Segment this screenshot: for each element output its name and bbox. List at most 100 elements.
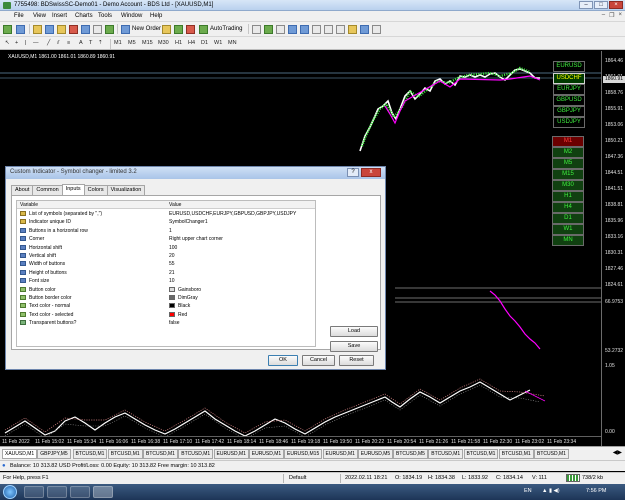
menu-window[interactable]: Window: [121, 13, 142, 19]
tile-windows-icon[interactable]: [312, 24, 321, 34]
table-row[interactable]: List of symbols (separated by ",") EURUSD…: [17, 210, 315, 218]
tf-w1[interactable]: W1: [214, 40, 222, 46]
time-axis[interactable]: 11 Feb 2022 11 Feb 15:02 11 Feb 15:34 11…: [0, 436, 601, 446]
timeframe-button-m2[interactable]: M2: [552, 147, 584, 158]
menu-tools[interactable]: Tools: [98, 13, 112, 19]
menu-insert[interactable]: Insert: [52, 13, 67, 19]
ok-button[interactable]: OK: [268, 355, 298, 366]
label-icon[interactable]: T: [89, 40, 92, 46]
trendline-icon[interactable]: ╱: [47, 40, 50, 46]
variable-value[interactable]: 1: [169, 228, 172, 234]
variable-value[interactable]: EURUSD,USDCHF,EURJPY,GBPUSD,GBPJPY,USDJP…: [169, 211, 296, 217]
timeframe-button-m5[interactable]: M5: [552, 158, 584, 169]
table-row[interactable]: Width of buttons 55: [17, 260, 315, 268]
close-window-button[interactable]: ×: [609, 1, 623, 9]
timeframe-button-h1[interactable]: H1: [552, 191, 584, 202]
chart-tab[interactable]: EURUSD,M15: [284, 449, 323, 459]
navigator-icon[interactable]: [57, 24, 66, 34]
text-icon[interactable]: A: [79, 40, 83, 46]
variable-value[interactable]: false: [169, 320, 180, 326]
taskbar-browser-icon[interactable]: [47, 486, 67, 498]
minimize-button[interactable]: –: [579, 1, 593, 9]
tf-m30[interactable]: M30: [158, 40, 169, 46]
symbol-button-usdjpy[interactable]: USDJPY: [553, 117, 585, 128]
dialog-titlebar[interactable]: Custom Indicator - Symbol changer - limi…: [6, 167, 385, 179]
dialog-close-button[interactable]: x: [361, 168, 381, 177]
load-button[interactable]: Load: [330, 326, 378, 337]
timeframe-button-m1[interactable]: M1: [552, 136, 584, 147]
profiles-icon[interactable]: [16, 24, 25, 34]
tf-mn[interactable]: MN: [228, 40, 237, 46]
copy-trading-icon[interactable]: [174, 24, 183, 34]
variable-value[interactable]: 10: [169, 278, 175, 284]
new-order-button[interactable]: New Order: [121, 24, 161, 34]
equidistant-channel-icon[interactable]: ⫽: [57, 40, 59, 47]
timeframe-button-m15[interactable]: M15: [552, 169, 584, 180]
table-row[interactable]: Vertical shift 20: [17, 252, 315, 260]
chart-tab[interactable]: BTCUSD,M1: [463, 449, 499, 459]
menu-help[interactable]: Help: [150, 13, 162, 19]
history-icon[interactable]: [93, 24, 102, 34]
templates-icon[interactable]: [372, 24, 381, 34]
experts-icon[interactable]: [105, 24, 114, 34]
indicators-icon[interactable]: [348, 24, 357, 34]
timeframe-button-mn[interactable]: MN: [552, 235, 584, 246]
metaeditor-icon[interactable]: [162, 24, 171, 34]
mdi-minimize-icon[interactable]: –: [602, 12, 605, 19]
timeframe-button-d1[interactable]: D1: [552, 213, 584, 224]
symbol-button-eurusd[interactable]: EURUSD: [553, 61, 585, 72]
periods-icon[interactable]: [360, 24, 369, 34]
table-row[interactable]: Text color - normal Black: [17, 302, 315, 310]
timeframe-button-h4[interactable]: H4: [552, 202, 584, 213]
tf-m1[interactable]: M1: [114, 40, 122, 46]
variable-value[interactable]: Gainsboro: [178, 287, 201, 293]
candlestick-icon[interactable]: [264, 24, 273, 34]
menu-charts[interactable]: Charts: [75, 13, 93, 19]
table-row[interactable]: Transparent buttons? false: [17, 319, 315, 327]
chart-tab[interactable]: BTCUSD,M1: [428, 449, 464, 459]
symbol-button-eurjpy[interactable]: EURJPY: [553, 84, 585, 95]
autoscroll-icon[interactable]: [336, 24, 345, 34]
fibonacci-icon[interactable]: ≡: [67, 40, 70, 46]
table-row[interactable]: Button color Gainsboro: [17, 286, 315, 294]
chart-tab[interactable]: BTCUSD,M5: [393, 449, 428, 459]
save-button[interactable]: Save: [330, 341, 378, 352]
table-row[interactable]: Font size 10: [17, 277, 315, 285]
timeframe-button-w1[interactable]: W1: [552, 224, 584, 235]
variable-value[interactable]: 20: [169, 253, 175, 259]
variable-value[interactable]: 55: [169, 261, 175, 267]
tab-scroll-arrows-icon[interactable]: ◀▶: [613, 449, 622, 456]
bar-chart-icon[interactable]: [252, 24, 261, 34]
variable-value[interactable]: Black: [178, 303, 190, 309]
chart-tab[interactable]: BTCUSD,M1: [534, 449, 569, 459]
table-row[interactable]: Text color - selected Red: [17, 311, 315, 319]
chart-tab[interactable]: BTCUSD,M1: [498, 449, 534, 459]
taskbar-metatrader-icon[interactable]: [93, 486, 113, 498]
menu-view[interactable]: View: [33, 13, 46, 19]
tab-colors[interactable]: Colors: [83, 185, 108, 195]
tf-h1[interactable]: H1: [175, 40, 182, 46]
cursor-icon[interactable]: ↖: [5, 40, 10, 46]
clock[interactable]: 7:56 PM: [586, 488, 606, 494]
chart-tab[interactable]: EURUSD,M5: [357, 449, 394, 459]
chart-tab[interactable]: EURUSD,M1: [213, 449, 249, 459]
dialog-help-button[interactable]: ?: [347, 168, 359, 177]
chart-tab[interactable]: EURUSD,M1: [248, 449, 285, 459]
variable-value[interactable]: DimGray: [178, 295, 198, 301]
signals-icon[interactable]: [186, 24, 195, 34]
table-row[interactable]: Indicator unique ID SymbolChanger1: [17, 218, 315, 226]
variable-value[interactable]: 100: [169, 245, 177, 251]
window-titlebar[interactable]: 7755498: BDSwissSC-Demo01 - Demo Account…: [0, 0, 625, 11]
tab-inputs[interactable]: Inputs: [61, 184, 85, 195]
start-button[interactable]: [3, 485, 17, 499]
taskbar-mediaplayer-icon[interactable]: [70, 486, 90, 498]
chart-tab[interactable]: BTCUSD,M1: [72, 449, 108, 459]
tester-icon[interactable]: [81, 24, 90, 34]
vertical-line-icon[interactable]: |: [25, 40, 26, 46]
tf-m15[interactable]: M15: [142, 40, 153, 46]
menu-file[interactable]: File: [14, 13, 24, 19]
horizontal-line-icon[interactable]: —: [33, 40, 39, 46]
symbol-button-gbpusd[interactable]: GBPUSD: [553, 95, 585, 106]
mdi-restore-icon[interactable]: ❐: [609, 12, 614, 19]
table-row[interactable]: Buttons in a horizontal row 1: [17, 227, 315, 235]
